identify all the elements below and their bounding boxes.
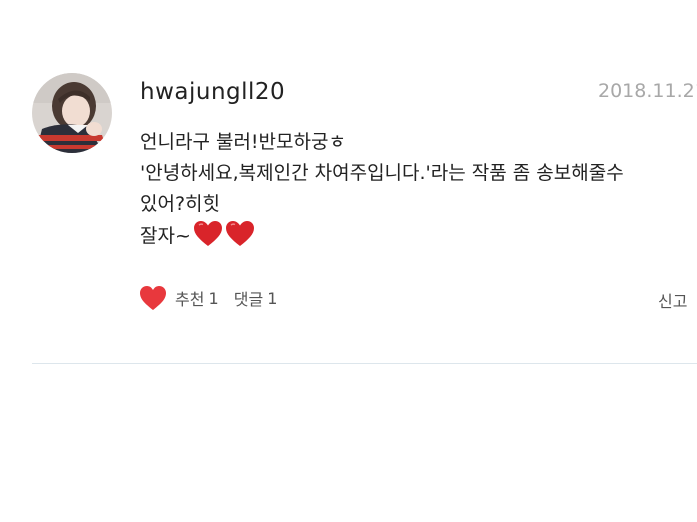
like-label: 추천 — [175, 290, 205, 309]
message-line: '안녕하세요,복제인간 차여주입니다.'라는 작품 좀 송보해줄수 — [140, 162, 624, 184]
comment-actions: 추천 1 댓글 1 — [139, 283, 277, 313]
avatar-photo — [32, 73, 112, 153]
heart-emoji-icon — [225, 220, 255, 257]
report-button[interactable]: 신고 — [658, 288, 687, 312]
comment-label: 댓글 — [233, 290, 264, 309]
like-count: 1 — [208, 288, 219, 308]
message-line: 언니라구 불러!반모하궁ㅎ — [140, 131, 346, 153]
comment-count: 1 — [267, 288, 278, 308]
avatar[interactable] — [32, 73, 112, 153]
comment-page: hwajungll20 2018.11.21 언니라구 불러!반모하궁ㅎ '안녕… — [0, 0, 697, 522]
reply-button[interactable]: 댓글 1 — [234, 286, 278, 310]
like-button[interactable]: 추천 1 — [139, 285, 219, 311]
comment-date: 2018.11.21 — [598, 80, 697, 102]
message-line-with-emoji: 잘자~ — [140, 220, 685, 257]
username[interactable]: hwajungll20 — [140, 79, 285, 105]
heart-icon — [140, 286, 166, 310]
message-line: 있어?히힛 — [140, 193, 221, 215]
message-line: 잘자~ — [140, 225, 191, 247]
heart-emoji-icon — [193, 220, 223, 257]
action-separator — [224, 289, 229, 308]
divider — [32, 363, 697, 364]
comment-message: 언니라구 불러!반모하궁ㅎ '안녕하세요,복제인간 차여주입니다.'라는 작품 … — [140, 127, 685, 257]
